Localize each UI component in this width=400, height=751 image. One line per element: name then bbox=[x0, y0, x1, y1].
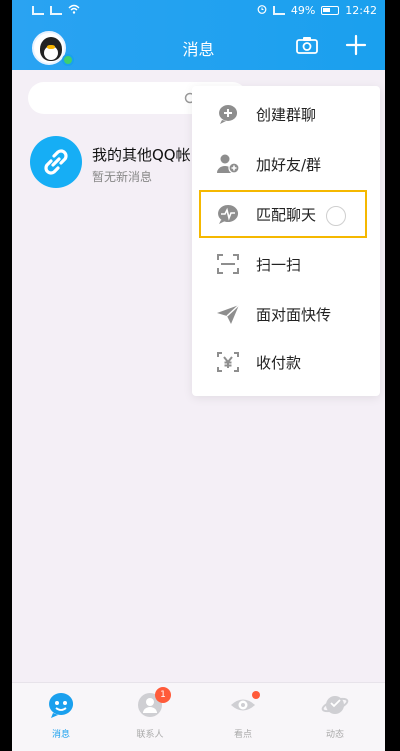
chat-name: 我的其他QQ帐 bbox=[92, 146, 191, 164]
search-input[interactable] bbox=[42, 88, 182, 108]
status-bar: 49% 12:42 bbox=[12, 0, 385, 22]
nav-label: 消息 bbox=[51, 730, 70, 740]
nav-tab-kandian[interactable]: 看点 bbox=[208, 691, 278, 741]
signal-icon bbox=[50, 6, 62, 15]
contacts-badge: 1 bbox=[155, 687, 171, 703]
messages-nav-icon bbox=[49, 693, 74, 718]
kandian-red-dot bbox=[252, 691, 260, 699]
menu-item-payment[interactable]: 收付款 bbox=[192, 338, 380, 386]
nav-label: 看点 bbox=[233, 730, 252, 740]
add-friend-icon bbox=[216, 153, 240, 175]
nav-tab-feed[interactable]: 动态 bbox=[300, 691, 370, 741]
camera-button[interactable] bbox=[296, 36, 318, 54]
battery-percent: 49% bbox=[290, 4, 316, 17]
menu-item-label: 收付款 bbox=[256, 354, 302, 372]
nav-label: 动态 bbox=[325, 730, 344, 740]
menu-item-match-chat[interactable]: 匹配聊天 bbox=[192, 188, 380, 238]
menu-item-label: 面对面快传 bbox=[256, 306, 332, 324]
status-time: 12:42 bbox=[345, 4, 377, 17]
menu-item-label: 加好友/群 bbox=[256, 156, 322, 174]
send-icon bbox=[216, 303, 240, 325]
page-title: 消息 bbox=[182, 40, 215, 59]
menu-item-label: 扫一扫 bbox=[256, 256, 302, 274]
battery-icon bbox=[321, 6, 340, 15]
menu-item-scan[interactable]: 扫一扫 bbox=[192, 240, 380, 288]
scan-icon bbox=[216, 253, 240, 275]
menu-item-label: 匹配聊天 bbox=[256, 206, 317, 224]
nav-tab-contacts[interactable]: 1 联系人 bbox=[115, 687, 185, 741]
signal-icon bbox=[32, 6, 44, 15]
wifi-icon bbox=[68, 4, 80, 17]
link-icon bbox=[44, 149, 68, 175]
status-right: 49% 12:42 bbox=[257, 4, 377, 17]
menu-item-face-transfer[interactable]: 面对面快传 bbox=[192, 290, 380, 338]
planet-nav-icon bbox=[321, 696, 349, 714]
link-avatar bbox=[30, 136, 82, 188]
plus-icon bbox=[345, 34, 367, 56]
match-chat-icon bbox=[216, 203, 240, 225]
signal-icon bbox=[272, 6, 285, 15]
payment-icon bbox=[216, 351, 240, 373]
menu-item-add-friend[interactable]: 加好友/群 bbox=[192, 140, 380, 188]
create-group-icon bbox=[216, 103, 240, 125]
top-bar: 49% 12:42 消息 bbox=[12, 0, 385, 70]
touch-ripple bbox=[326, 206, 346, 226]
plus-dropdown-menu: 创建群聊 加好友/群 匹配聊天 扫一扫 面对面快传 收付款 bbox=[192, 86, 380, 396]
qq-messages-screen: 49% 12:42 消息 我的其他QQ帐 暂无新消息 创建群聊 加好友/群 匹配… bbox=[12, 0, 385, 751]
nav-label: 联系人 bbox=[136, 730, 164, 740]
plus-button[interactable] bbox=[345, 34, 367, 56]
bottom-nav: 消息 1 联系人 看点 动态 bbox=[12, 682, 385, 751]
menu-item-create-group[interactable]: 创建群聊 bbox=[192, 90, 380, 138]
status-left bbox=[32, 4, 80, 17]
nav-tab-messages[interactable]: 消息 bbox=[26, 691, 96, 741]
chat-subtitle: 暂无新消息 bbox=[92, 170, 153, 184]
alarm-icon bbox=[257, 4, 267, 17]
camera-icon bbox=[296, 37, 318, 54]
menu-item-label: 创建群聊 bbox=[256, 106, 317, 124]
